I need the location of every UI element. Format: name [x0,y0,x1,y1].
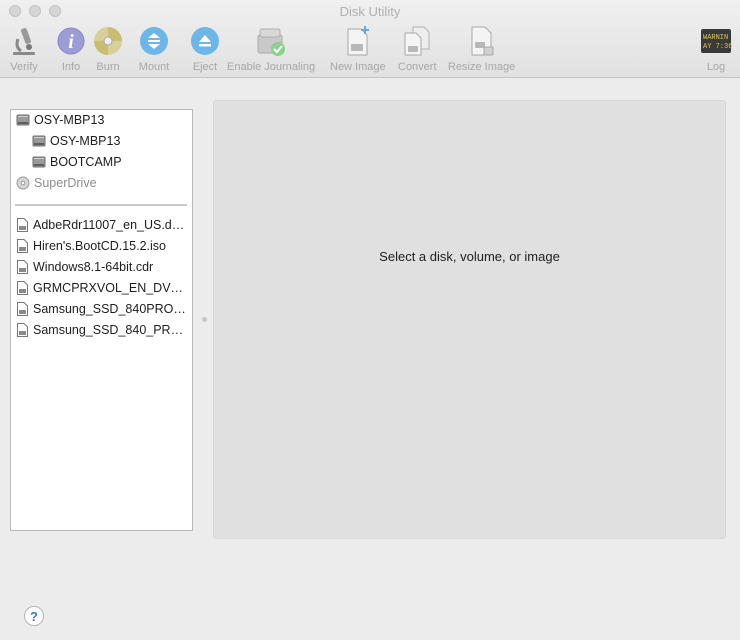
empty-selection-message: Select a disk, volume, or image [379,249,560,264]
volume-item[interactable]: BOOTCAMP [32,152,188,172]
disk-image-file-icon [17,302,28,316]
device-label: SuperDrive [34,176,97,190]
device-item[interactable]: OSY-MBP13 [16,110,188,130]
journaling-disk-icon [254,24,288,58]
mount-label: Mount [138,61,170,73]
resize-image-label: Resize Image [448,61,516,73]
resize-image-icon [465,24,499,58]
device-list[interactable]: OSY-MBP13 OSY-MBP13 BOOTCAMP SuperDrive … [10,109,193,531]
enable-journaling-label: Enable Journaling [227,61,316,73]
mount-icon [137,24,171,58]
image-label: Windows8.1-64bit.cdr [33,260,154,274]
resize-image-button[interactable]: Resize Image [448,24,515,73]
new-image-label: New Image [330,61,386,73]
verify-label: Verify [10,61,38,73]
optical-drive-icon [16,176,30,190]
volume-icon [32,156,46,168]
help-button[interactable]: ? [24,606,44,626]
info-label: Info [61,61,81,73]
image-label: Samsung_SSD_840PRO_Series.iso [33,302,188,316]
volume-item[interactable]: OSY-MBP13 [32,131,188,151]
disk-utility-window: Disk Utility Verify i Info Burn Mount Ej… [0,0,740,640]
detail-pane: Select a disk, volume, or image [213,100,726,539]
device-label: OSY-MBP13 [34,113,105,127]
image-item[interactable]: GRMCPRXVOL_EN_DVD.iso [17,278,188,298]
convert-icon [400,24,434,58]
disk-image-file-icon [17,260,28,274]
volume-label: BOOTCAMP [50,155,122,169]
volume-label: OSY-MBP13 [50,134,121,148]
new-image-icon [341,24,375,58]
disk-image-file-icon [17,281,28,295]
enable-journaling-button[interactable]: Enable Journaling [227,24,315,73]
image-item[interactable]: Samsung_SSD_840_PRO_Series.dmg [17,320,188,340]
mount-button[interactable]: Mount [137,24,171,73]
device-item[interactable]: SuperDrive [16,173,188,193]
window-title: Disk Utility [339,4,401,19]
disk-image-file-icon [17,239,28,253]
convert-button[interactable]: Convert [398,24,437,73]
disk-image-file-icon [17,323,28,337]
eject-label: Eject [192,61,218,73]
image-label: AdbeRdr11007_en_US.dmg [33,218,188,232]
toolbar: Verify i Info Burn Mount Eject Enable Jo… [0,24,740,74]
info-icon: i [54,24,88,58]
info-button[interactable]: i Info [54,24,88,73]
disk-image-file-icon [17,218,28,232]
eject-button[interactable]: Eject [188,24,222,73]
image-label: Samsung_SSD_840_PRO_Series.dmg [33,323,188,337]
microscope-icon [7,24,41,58]
volume-icon [32,135,46,147]
svg-text:i: i [68,31,74,53]
verify-button[interactable]: Verify [7,24,41,73]
image-item[interactable]: AdbeRdr11007_en_US.dmg [17,215,188,235]
sidebar-separator [15,204,187,206]
burn-label: Burn [96,61,120,73]
split-view-handle[interactable] [202,317,207,322]
log-icon-line-1: WARNIN [703,34,728,42]
convert-label: Convert [398,61,437,73]
burn-button[interactable]: Burn [91,24,125,73]
log-label: Log [706,61,726,73]
log-button[interactable]: WARNIN AY 7:36 Log [699,24,733,73]
log-icon: WARNIN AY 7:36 [699,24,733,58]
image-item[interactable]: Hiren's.BootCD.15.2.iso [17,236,188,256]
hard-drive-icon [16,114,30,126]
image-label: Hiren's.BootCD.15.2.iso [33,239,167,253]
burn-icon [91,24,125,58]
log-icon-line-2: AY 7:36 [703,43,732,51]
eject-icon [188,24,222,58]
image-label: GRMCPRXVOL_EN_DVD.iso [33,281,188,295]
image-item[interactable]: Samsung_SSD_840PRO_Series.iso [17,299,188,319]
image-item[interactable]: Windows8.1-64bit.cdr [17,257,188,277]
new-image-button[interactable]: New Image [330,24,386,73]
title-bar: Disk Utility Verify i Info Burn Mount Ej… [0,0,740,78]
